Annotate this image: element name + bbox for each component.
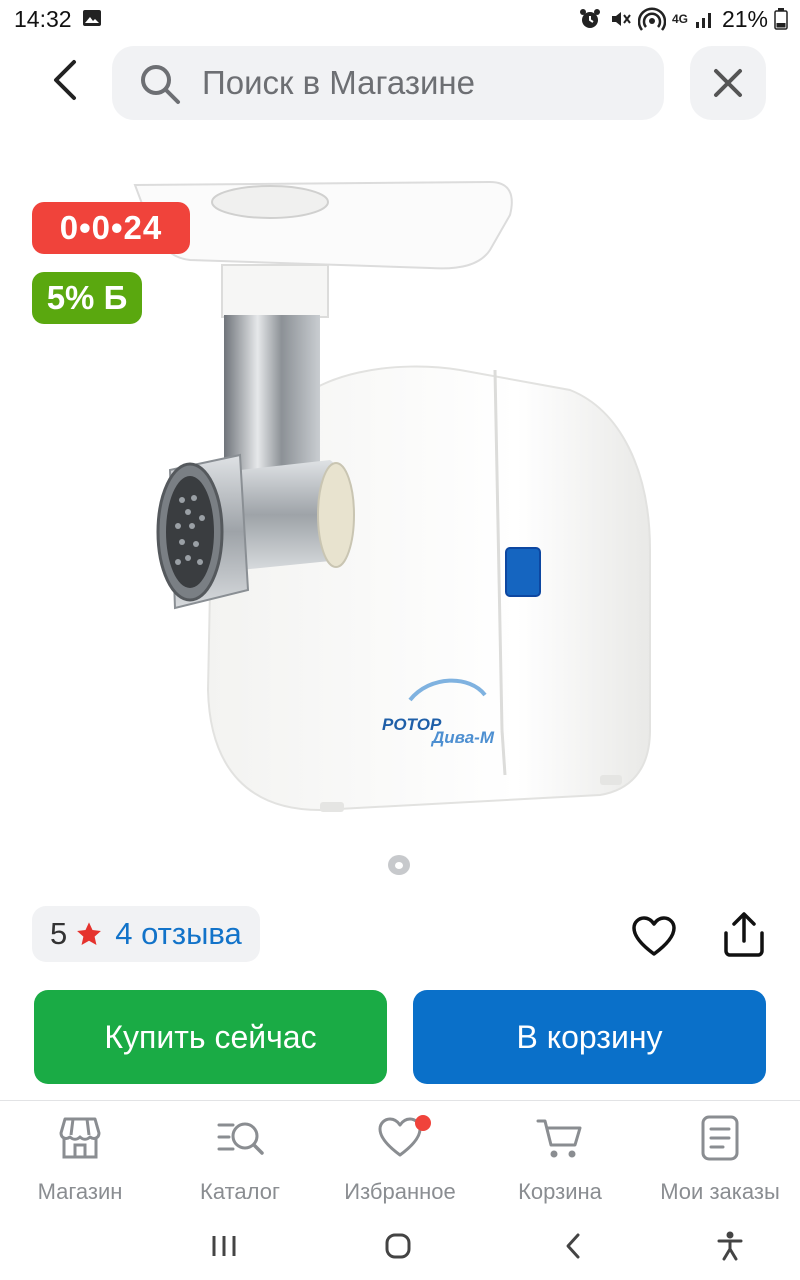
product-image[interactable]: РОТОР Дива-М: [130, 170, 670, 830]
star-icon: [77, 922, 102, 945]
bonus-badge: 5% Б: [32, 272, 142, 324]
bottom-navigation: Магазин Каталог Избранное Корзина Мои за…: [0, 1100, 800, 1212]
gallery-icon: [83, 10, 101, 26]
nav-label-store: Магазин: [37, 1179, 123, 1204]
image-pager-dot[interactable]: [388, 855, 410, 875]
nav-label-cart: Корзина: [518, 1179, 602, 1204]
battery-icon: [774, 8, 788, 30]
store-icon: [59, 1117, 101, 1159]
rating-summary[interactable]: 5 4 отзыва: [32, 906, 260, 962]
close-search-button[interactable]: [690, 46, 766, 120]
search-icon: [141, 65, 180, 104]
nav-item-store[interactable]: Магазин: [0, 1113, 160, 1209]
nav-item-catalog[interactable]: Каталог: [160, 1113, 320, 1209]
system-back-button[interactable]: [553, 1226, 593, 1266]
mute-icon: [611, 12, 631, 26]
back-button[interactable]: [34, 50, 94, 110]
status-time: 14:32: [14, 6, 72, 32]
close-icon: [714, 69, 742, 97]
rating-value: 5: [50, 916, 68, 951]
catalog-search-icon: [217, 1122, 264, 1155]
notification-dot: [415, 1115, 431, 1131]
signal-icon: [695, 13, 711, 28]
status-icons: 4G 21%: [578, 5, 788, 33]
network-type: 4G: [671, 11, 688, 26]
share-icon: [724, 912, 764, 957]
nav-label-catalog: Каталог: [200, 1179, 280, 1204]
search-input[interactable]: [202, 46, 642, 120]
nav-item-cart[interactable]: Корзина: [480, 1113, 640, 1209]
buy-now-button[interactable]: Купить сейчас: [34, 990, 387, 1084]
share-button[interactable]: [716, 906, 772, 964]
add-to-favorites-button[interactable]: [626, 908, 682, 964]
svg-text:Дива-М: Дива-М: [430, 728, 495, 747]
accessibility-button[interactable]: [710, 1226, 750, 1266]
back-icon: [566, 1233, 580, 1259]
nav-item-orders[interactable]: Мои заказы: [640, 1113, 800, 1209]
heart-icon: [632, 916, 676, 956]
home-button[interactable]: [378, 1226, 418, 1266]
cart-icon: [536, 1119, 582, 1158]
nav-label-orders: Мои заказы: [660, 1179, 780, 1204]
timer-badge: 0•0•24: [32, 202, 190, 254]
home-icon: [385, 1233, 411, 1259]
reviews-link[interactable]: 4 отзыва: [115, 916, 241, 952]
recent-apps-icon: [212, 1236, 236, 1256]
search-bar[interactable]: [112, 46, 664, 120]
hotspot-icon: [637, 7, 666, 31]
nav-item-favorites[interactable]: Избранное: [320, 1113, 480, 1209]
orders-icon: [701, 1115, 739, 1161]
recent-apps-button[interactable]: [204, 1226, 244, 1266]
add-to-cart-button[interactable]: В корзину: [413, 990, 766, 1084]
system-navigation-bar: [0, 1212, 800, 1280]
nav-label-favorites: Избранное: [344, 1179, 456, 1204]
battery-percent: 21%: [721, 5, 768, 32]
accessibility-icon: [717, 1231, 743, 1261]
back-arrow-icon: [54, 60, 76, 100]
alarm-icon: [579, 9, 600, 28]
status-bar: 14:32 4G 21%: [0, 0, 800, 38]
